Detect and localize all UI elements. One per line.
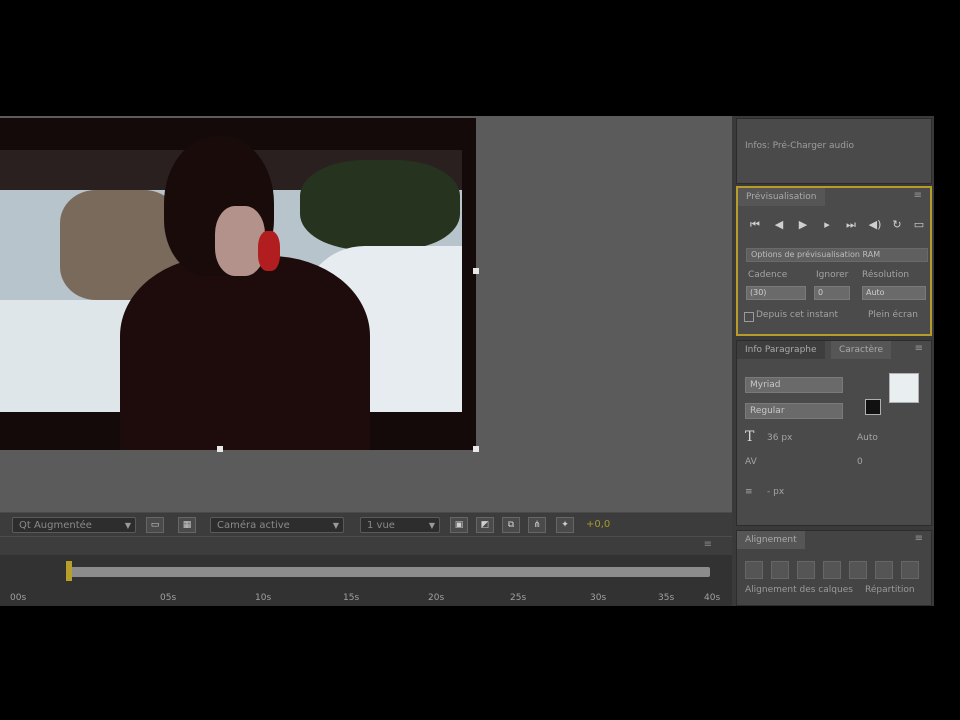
resolution-value: Auto [866, 288, 885, 297]
play-icon[interactable]: ▶ [794, 216, 812, 234]
framerate-value: (30) [750, 288, 767, 297]
person-body [120, 256, 370, 450]
work-area-bar[interactable] [70, 567, 710, 577]
ruler-tick: 25s [510, 593, 527, 603]
fast-preview-icon[interactable]: ◩ [476, 517, 494, 533]
resolution-dropdown[interactable]: Auto [862, 286, 926, 300]
transform-handle-bottom[interactable] [217, 446, 223, 452]
ram-options-label: Options de prévisualisation RAM [751, 250, 881, 259]
view-mode-label: Caméra active [217, 520, 290, 531]
chevron-down-icon: ▼ [124, 521, 131, 530]
tab-preview[interactable]: Prévisualisation [738, 188, 825, 206]
font-family-value: Myriad [750, 380, 781, 390]
distribute-icon[interactable] [901, 561, 919, 579]
info-panel: Infos: Pré-Charger audio [736, 118, 932, 184]
timeline-panel: ≡ 00s 05s 10s 15s 20s 25s 30s 35s 40s [0, 536, 732, 606]
font-size-value[interactable]: 36 px [767, 433, 792, 443]
kerning-icon: AV [745, 457, 757, 467]
from-current-checkbox[interactable] [744, 312, 754, 322]
chevron-down-icon: ▼ [428, 521, 435, 530]
audio-icon[interactable]: ◀) [866, 216, 884, 234]
app-window: Qt Augmentée ▼ ▭ ▦ Caméra active ▼ 1 vue… [0, 116, 934, 606]
ruler-tick: 35s [658, 593, 675, 603]
flowchart-icon[interactable]: ⋔ [528, 517, 546, 533]
from-current-label: Depuis cet instant [756, 310, 838, 320]
region-of-interest-icon[interactable]: ▭ [146, 517, 164, 533]
stroke-width-value[interactable]: - px [767, 487, 784, 497]
align-left-icon[interactable] [745, 561, 763, 579]
align-center-icon[interactable] [771, 561, 789, 579]
tab-character[interactable]: Caractère [831, 341, 892, 359]
transform-handle-bottom-right[interactable] [473, 446, 479, 452]
align-top-icon[interactable] [823, 561, 841, 579]
first-frame-icon[interactable]: ⏮ [746, 216, 764, 234]
fullscreen-label[interactable]: Plein écran [868, 310, 918, 320]
timeline-icon[interactable]: ⧉ [502, 517, 520, 533]
magnification-label: Qt Augmentée [19, 520, 92, 531]
views-dropdown[interactable]: 1 vue ▼ [360, 517, 440, 533]
grid-icon[interactable]: ▦ [178, 517, 196, 533]
skip-dropdown[interactable]: 0 [814, 286, 850, 300]
views-label: 1 vue [367, 520, 395, 531]
resolution-label: Résolution [862, 270, 910, 280]
timeline-header: ≡ [0, 537, 732, 555]
tracking-value[interactable]: 0 [857, 457, 863, 467]
character-panel: Info Paragraphe Caractère ≡ Myriad Regul… [736, 340, 932, 526]
viewer-toolbar: Qt Augmentée ▼ ▭ ▦ Caméra active ▼ 1 vue… [0, 512, 732, 537]
video-frame [0, 118, 476, 450]
last-frame-icon[interactable]: ⏭ [842, 216, 860, 234]
time-ruler: 00s 05s 10s 15s 20s 25s 30s 35s 40s [10, 593, 720, 606]
previous-frame-icon[interactable]: ◀ [770, 216, 788, 234]
framerate-label: Cadence [748, 270, 788, 280]
align-right-icon[interactable] [797, 561, 815, 579]
ram-options-dropdown[interactable]: Options de prévisualisation RAM [746, 248, 928, 262]
pixel-aspect-icon[interactable]: ▣ [450, 517, 468, 533]
info-text: Infos: Pré-Charger audio [745, 141, 854, 151]
loop-icon[interactable]: ↻ [888, 216, 906, 234]
align-bottom-icon[interactable] [875, 561, 893, 579]
tab-align[interactable]: Alignement [737, 531, 805, 549]
align-layers-label: Alignement des calques [745, 585, 853, 595]
fill-color-swatch[interactable] [889, 373, 919, 403]
panel-menu-icon[interactable]: ≡ [915, 533, 923, 544]
distribute-label: Répartition [865, 585, 915, 595]
font-family-dropdown[interactable]: Myriad [745, 377, 843, 393]
exposure-icon[interactable]: ✦ [556, 517, 574, 533]
magnification-dropdown[interactable]: Qt Augmentée ▼ [12, 517, 136, 533]
next-frame-icon[interactable]: ▸ [818, 216, 836, 234]
ruler-tick: 10s [255, 593, 272, 603]
ruler-tick: 40s [704, 593, 721, 603]
align-panel: Alignement ≡ Alignement des calques Répa… [736, 530, 932, 606]
chevron-down-icon: ▼ [332, 521, 339, 530]
font-style-dropdown[interactable]: Regular [745, 403, 843, 419]
skip-label: Ignorer [816, 270, 849, 280]
stroke-color-swatch[interactable] [865, 399, 881, 415]
view-mode-dropdown[interactable]: Caméra active ▼ [210, 517, 344, 533]
skip-value: 0 [818, 288, 824, 297]
ruler-tick: 00s [10, 593, 27, 603]
stroke-width-icon: ≡ [745, 487, 753, 497]
red-cup [258, 231, 280, 271]
ruler-tick: 20s [428, 593, 445, 603]
framerate-dropdown[interactable]: (30) [746, 286, 806, 300]
leading-value[interactable]: Auto [857, 433, 878, 443]
playhead[interactable] [66, 561, 72, 581]
ram-preview-icon[interactable]: ▭ [910, 216, 928, 234]
panel-menu-icon[interactable]: ≡ [704, 539, 712, 550]
tab-paragraph[interactable]: Info Paragraphe [737, 341, 825, 359]
person-silhouette [120, 136, 390, 450]
ruler-tick: 05s [160, 593, 177, 603]
transform-handle-right[interactable] [473, 268, 479, 274]
font-size-icon: T [745, 429, 755, 445]
panel-menu-icon[interactable]: ≡ [914, 190, 922, 201]
exposure-value[interactable]: +0,0 [586, 519, 610, 530]
font-style-value: Regular [750, 406, 785, 416]
ruler-tick: 15s [343, 593, 360, 603]
preview-panel: Prévisualisation ≡ ⏮ ◀ ▶ ▸ ⏭ ◀) ↻ ▭ Opti… [736, 186, 932, 336]
align-middle-icon[interactable] [849, 561, 867, 579]
panel-menu-icon[interactable]: ≡ [915, 343, 923, 354]
ruler-tick: 30s [590, 593, 607, 603]
